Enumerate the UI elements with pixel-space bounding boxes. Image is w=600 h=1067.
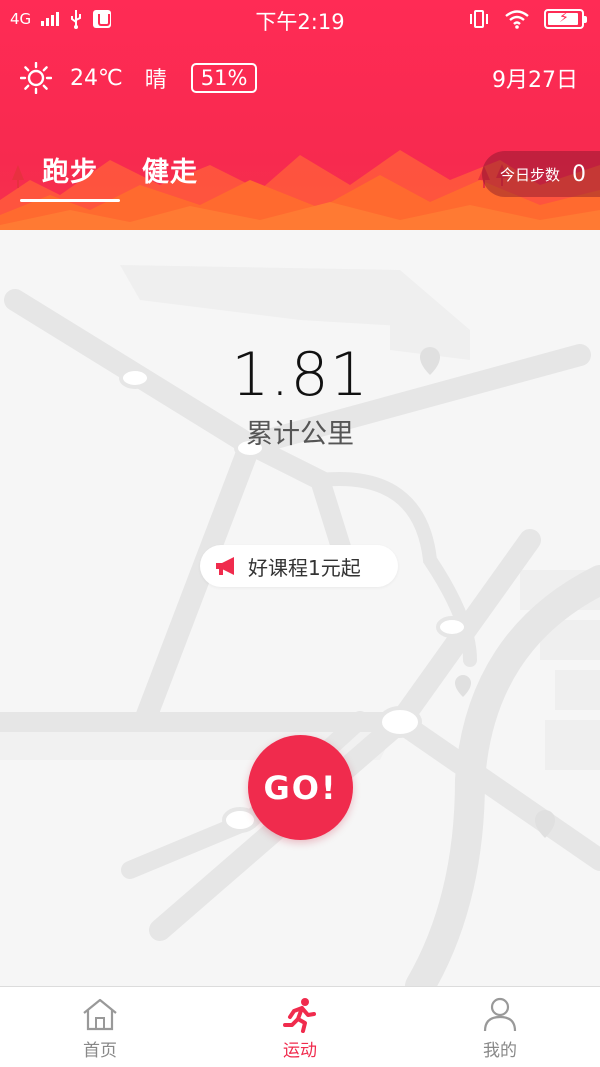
status-bar: 4G 下午2:19 ⚡ <box>0 0 600 40</box>
nav-item-home[interactable]: 首页 <box>0 987 200 1067</box>
go-button[interactable]: GO! <box>248 735 353 840</box>
active-tab-indicator <box>20 199 120 202</box>
nav-label-sport: 运动 <box>283 1041 317 1061</box>
total-distance-value: 1.81 <box>231 340 369 410</box>
today-steps-value: 0 <box>572 161 587 187</box>
header: 4G 下午2:19 ⚡ 24℃ 晴 51% 9月27日 跑步 健走 今日步数 0 <box>0 0 600 230</box>
promo-banner[interactable]: 好课程1元起 <box>200 545 398 587</box>
user-icon <box>483 997 517 1032</box>
battery-icon: ⚡ <box>544 9 587 29</box>
nav-label-home: 首页 <box>83 1041 117 1061</box>
vibrate-icon <box>470 10 488 28</box>
sun-icon <box>20 62 52 94</box>
weather-row: 24℃ 晴 51% 9月27日 <box>20 58 578 98</box>
today-steps-label: 今日步数 <box>500 165 561 184</box>
tab-walking[interactable]: 健走 <box>120 150 220 189</box>
aqi-badge: 51% <box>190 63 258 93</box>
tab-running[interactable]: 跑步 <box>20 150 120 189</box>
nav-item-sport[interactable]: 运动 <box>200 987 400 1067</box>
nav-item-me[interactable]: 我的 <box>400 987 600 1067</box>
megaphone-icon <box>216 557 234 575</box>
nav-label-me: 我的 <box>483 1041 517 1061</box>
weather-condition: 晴 <box>144 68 167 93</box>
today-steps-pill[interactable]: 今日步数 0 <box>482 151 600 197</box>
total-distance-label: 累计公里 <box>246 419 354 450</box>
sport-tabs: 跑步 健走 <box>20 150 220 189</box>
promo-text: 好课程1元起 <box>248 555 361 580</box>
home-icon <box>83 998 117 1031</box>
bottom-nav: 首页 运动 我的 <box>0 986 600 1067</box>
temperature: 24℃ <box>70 65 123 91</box>
wifi-icon <box>505 10 529 29</box>
runner-icon <box>283 998 316 1033</box>
date: 9月27日 <box>492 68 578 93</box>
